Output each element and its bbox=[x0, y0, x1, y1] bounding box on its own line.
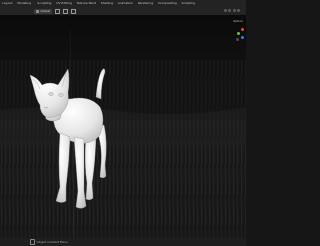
tab-compositing[interactable]: Compositing bbox=[156, 0, 180, 7]
tab-modeling[interactable]: Modeling bbox=[15, 0, 33, 7]
status-context-hint: Object Context Menu bbox=[36, 240, 69, 244]
cat-eye-left bbox=[48, 92, 54, 96]
workspace-tab-bar: Layout Modeling Sculpting UV Editing Tex… bbox=[0, 0, 246, 7]
transform-orientation-dropdown[interactable]: Global bbox=[34, 8, 53, 14]
tab-scripting[interactable]: Scripting bbox=[179, 0, 197, 7]
transform-orientation-label: Global bbox=[40, 9, 51, 13]
gizmo-z-axis[interactable] bbox=[241, 36, 244, 39]
solid-shading-icon[interactable] bbox=[228, 9, 231, 12]
cat-eye-right bbox=[58, 93, 64, 97]
viewport-shading-icons bbox=[223, 9, 240, 12]
pivot-icon[interactable] bbox=[55, 8, 61, 14]
snap-icon[interactable] bbox=[63, 8, 69, 14]
gizmo-y-axis[interactable] bbox=[237, 32, 240, 35]
gizmo-x-axis[interactable] bbox=[241, 28, 244, 31]
tab-animation[interactable]: Animation bbox=[115, 0, 135, 7]
tab-sculpting[interactable]: Sculpting bbox=[33, 0, 53, 7]
tab-texture-paint[interactable]: Texture Paint bbox=[74, 0, 98, 7]
tab-rendering[interactable]: Rendering bbox=[135, 0, 155, 7]
mouse-icon bbox=[30, 239, 35, 245]
rendered-shading-icon[interactable] bbox=[237, 9, 240, 12]
status-bar: Object Context Menu bbox=[0, 238, 246, 246]
3d-viewport[interactable] bbox=[0, 15, 246, 238]
viewport-scene[interactable] bbox=[0, 15, 246, 238]
tab-uv-editing[interactable]: UV Editing bbox=[54, 0, 74, 7]
tab-shading[interactable]: Shading bbox=[98, 0, 115, 7]
navigation-gizmo[interactable] bbox=[233, 22, 245, 48]
material-shading-icon[interactable] bbox=[232, 9, 236, 12]
proportional-edit-icon[interactable] bbox=[71, 8, 77, 14]
blender-window: Layout Modeling Sculpting UV Editing Tex… bbox=[0, 0, 246, 246]
orientation-icon bbox=[36, 9, 39, 13]
gizmo-neg-axis[interactable] bbox=[236, 38, 239, 41]
wireframe-shading-icon[interactable] bbox=[223, 9, 227, 12]
tab-layout[interactable]: Layout bbox=[0, 0, 15, 7]
viewport-header: Global bbox=[0, 7, 246, 15]
